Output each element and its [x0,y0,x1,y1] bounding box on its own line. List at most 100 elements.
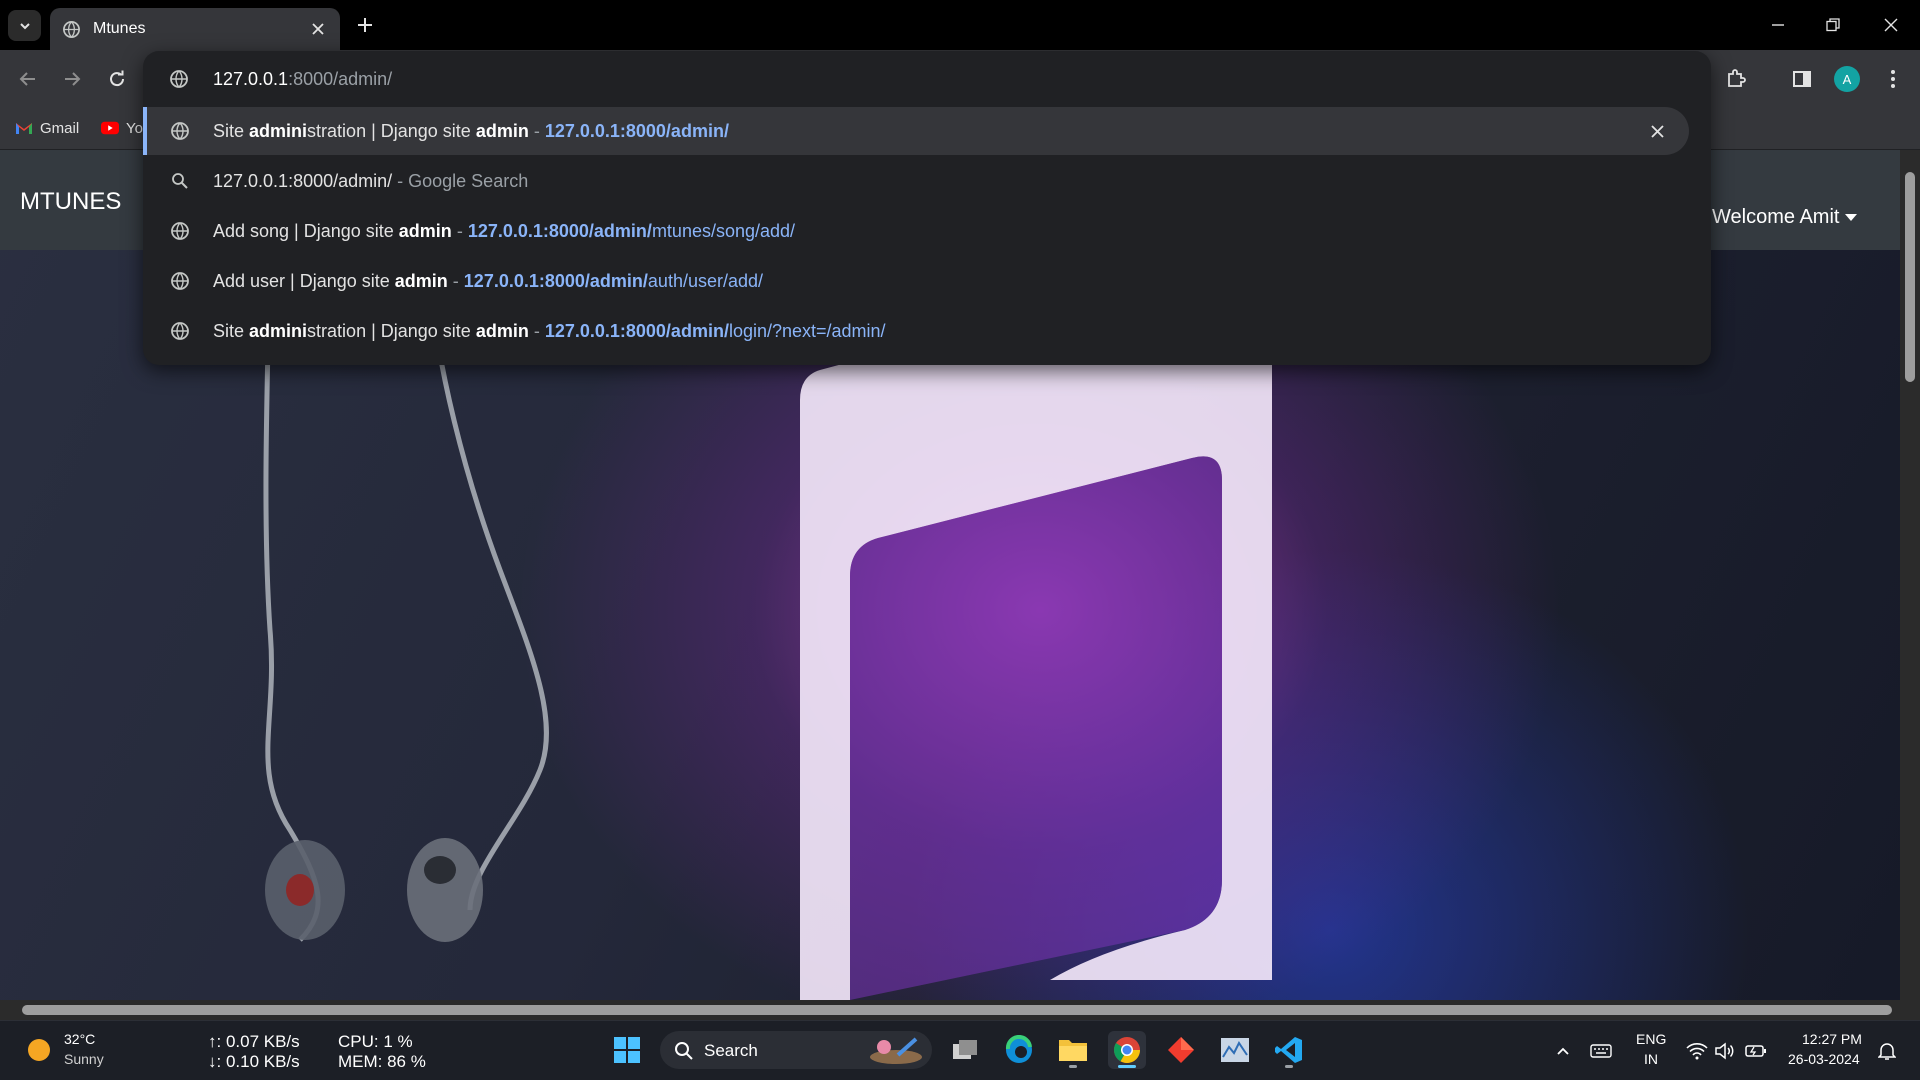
diamond-icon [1168,1037,1194,1063]
wifi-icon[interactable] [1686,1040,1708,1062]
running-indicator [1285,1065,1293,1068]
search-icon [675,1042,693,1060]
volume-icon[interactable] [1714,1040,1736,1062]
suggestion-item[interactable]: Add user | Django site admin - 127.0.0.1… [143,257,1689,305]
tab-close-icon[interactable] [308,19,328,39]
close-window-button[interactable] [1878,12,1904,38]
globe-icon [170,221,190,241]
screen: Mtunes A Gmail Yo MTUNES Welcome Amit 12… [0,0,1920,1080]
globe-icon [62,20,81,39]
suggestion-url: 127.0.0.1:8000/admin/auth/user/add/ [464,271,763,291]
restore-button[interactable] [1820,12,1846,38]
address-text[interactable]: 127.0.0.1:8000/admin/ [213,69,392,90]
reload-button[interactable] [102,64,132,94]
taskbar-edge[interactable] [1000,1031,1038,1069]
back-button[interactable] [13,64,43,94]
folder-icon [1059,1040,1087,1061]
suggestion-text: Site administration | Django site admin … [213,121,729,142]
menu-button[interactable] [1878,64,1908,94]
horizontal-scrollbar[interactable] [0,1000,1900,1020]
net-upload: ↑: 0.07 KB/s [208,1032,300,1051]
scrollbar-thumb[interactable] [1905,172,1915,382]
address-host: 127.0.0.1 [213,69,289,89]
suggestion-item[interactable]: Site administration | Django site admin … [143,107,1689,155]
cpu-usage: CPU: 1 % [338,1032,413,1051]
scrollbar-thumb[interactable] [22,1005,1892,1015]
weather-sun-icon[interactable] [26,1037,52,1063]
task-view-button[interactable] [946,1031,984,1069]
url-rest: mtunes/song/add/ [651,221,796,241]
forward-button[interactable] [57,64,87,94]
separator: - [528,321,545,341]
running-indicator [1069,1065,1077,1068]
weather-temp[interactable]: 32°C [64,1031,95,1047]
separator: - [451,221,468,241]
tab-title: Mtunes [93,20,146,37]
clock-time[interactable]: 12:27 PM [1802,1031,1862,1047]
suggestion-item[interactable]: Add song | Django site admin - 127.0.0.1… [143,207,1689,255]
bookmark-gmail[interactable]: Gmail [15,116,79,140]
search-highlight-icon [870,1037,922,1064]
tab-search-button[interactable] [8,10,41,41]
suggestion-item[interactable]: 127.0.0.1:8000/admin/ - Google Search [143,157,1689,205]
youtube-icon [101,121,119,135]
kebab-menu-icon [1891,70,1895,88]
language-bottom[interactable]: IN [1644,1051,1658,1067]
site-brand[interactable]: MTUNES [20,188,121,216]
notification-bell-icon[interactable] [1876,1040,1898,1062]
chevron-down-icon [19,22,30,29]
extensions-button[interactable] [1721,64,1751,94]
chart-monitor-icon [1221,1038,1249,1062]
suggestion-url: 127.0.0.1:8000/admin/login/?next=/admin/ [545,321,886,341]
suggestion-item[interactable]: Site administration | Django site admin … [143,307,1689,355]
separator: - [528,121,545,141]
taskbar-file-explorer[interactable] [1054,1031,1092,1069]
title-part: Site [213,321,250,341]
suggestion-text: Site administration | Django site admin … [213,321,886,342]
title-part-bold: admin [475,121,529,141]
taskbar-vscode[interactable] [1270,1031,1308,1069]
start-button[interactable] [608,1031,646,1069]
title-part-bold: admin [398,221,452,241]
taskbar-chrome[interactable] [1108,1031,1146,1069]
omnibox-dropdown: 127.0.0.1:8000/admin/ Site administratio… [143,51,1711,365]
weather-condition[interactable]: Sunny [64,1051,104,1067]
search-label: Search [704,1041,758,1060]
keyboard-icon[interactable] [1590,1040,1612,1062]
battery-icon[interactable] [1745,1040,1767,1062]
bookmark-youtube[interactable]: Yo [101,116,143,140]
tray-overflow-chevron-icon[interactable] [1552,1040,1574,1062]
user-dropdown[interactable]: Welcome Amit [1712,206,1858,229]
clock-date[interactable]: 26-03-2024 [1788,1051,1860,1067]
running-indicator [1118,1065,1136,1068]
taskbar-git-app[interactable] [1162,1031,1200,1069]
suggestion-text: 127.0.0.1:8000/admin/ - Google Search [213,171,528,192]
search-query: 127.0.0.1:8000/admin/ [213,171,393,191]
title-part: stration | Django site [307,121,476,141]
minimize-icon [1772,24,1784,26]
side-panel-icon [1793,71,1811,87]
title-part: Add song | Django site [213,221,399,241]
remove-suggestion-icon[interactable] [1645,119,1669,143]
profile-avatar[interactable]: A [1834,66,1860,92]
side-panel-button[interactable] [1787,64,1817,94]
browser-tab[interactable]: Mtunes [50,8,340,50]
url-bold: 127.0.0.1:8000/admin/ [463,271,648,291]
vertical-scrollbar[interactable] [1900,150,1920,1000]
title-part-bold: admini [249,321,308,341]
globe-icon [170,321,190,341]
language-top[interactable]: ENG [1636,1031,1666,1047]
title-part: Add user | Django site [213,271,395,291]
url-bold: 127.0.0.1:8000/admin/ [544,121,729,141]
taskbar-search[interactable]: Search [660,1031,932,1069]
bookmark-label: Yo [126,119,143,137]
plus-icon [358,18,372,32]
edge-icon [1005,1035,1032,1063]
arrow-right-icon [65,72,81,86]
suggestion-url: 127.0.0.1:8000/admin/ [545,121,729,141]
new-tab-button[interactable] [352,12,378,38]
separator: - [447,271,464,291]
taskbar-monitor-app[interactable] [1216,1031,1254,1069]
minimize-button[interactable] [1765,12,1791,38]
address-bar[interactable]: 127.0.0.1:8000/admin/ [143,51,1711,107]
